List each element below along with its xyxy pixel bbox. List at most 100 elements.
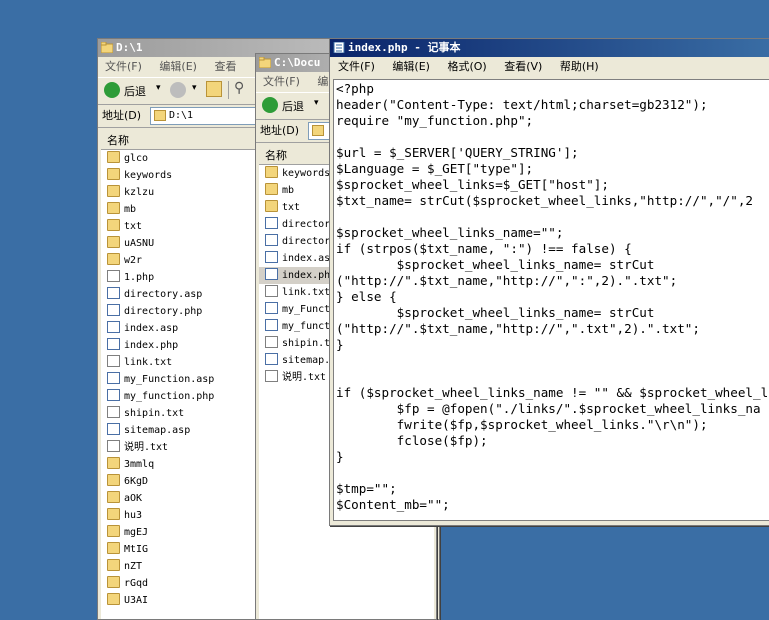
notepad-title-bar[interactable]: index.php - 记事本 [330, 39, 769, 57]
folder-icon [107, 253, 120, 265]
folder-icon [107, 491, 120, 503]
back-button[interactable]: 后退 [124, 83, 146, 99]
folder-icon [107, 236, 120, 248]
list-item-label: my_Funct [282, 304, 331, 315]
folder-icon [107, 219, 120, 231]
list-item-label: rGqd [124, 578, 149, 589]
list-item-label: directory.asp [124, 289, 203, 300]
window-title: D:\1 [116, 41, 143, 54]
window-title: C:\Docu [274, 56, 321, 69]
list-item-label: 6KgD [124, 476, 149, 487]
list-item-label: shipin.txt [124, 408, 185, 419]
address-folder-icon [154, 110, 166, 121]
list-item-label: txt [124, 221, 143, 232]
file-icon [265, 234, 278, 246]
window-title: index.php - 记事本 [348, 41, 461, 54]
list-item-label: my_function.php [124, 391, 215, 402]
file-icon [107, 372, 120, 384]
back-arrow-icon[interactable] [262, 97, 278, 113]
folder-icon [265, 183, 278, 195]
back-arrow-icon[interactable] [104, 82, 120, 98]
folder-icon [107, 542, 120, 554]
forward-dropdown-icon[interactable]: ▾ [192, 83, 197, 93]
menu-view[interactable]: 查看(V) [497, 60, 549, 73]
folder-icon [265, 166, 278, 178]
menu-view[interactable]: 查看 [207, 60, 243, 73]
folder-icon [107, 559, 120, 571]
file-icon [265, 302, 278, 314]
notepad-window: index.php - 记事本 文件(F) 编辑(E) 格式(O) 查看(V) … [329, 38, 769, 526]
folder-icon [107, 168, 120, 180]
file-icon [107, 338, 120, 350]
folder-icon [107, 525, 120, 537]
list-item-label: mb [124, 204, 137, 215]
menu-format[interactable]: 格式(O) [440, 60, 493, 73]
address-label: 地址(D) [102, 109, 142, 122]
file-icon [265, 353, 278, 365]
list-item-label: kzlzu [124, 187, 155, 198]
list-item-label: my_funct [282, 321, 331, 332]
folder-icon [107, 593, 120, 605]
list-item-label: MtIG [124, 544, 149, 555]
list-item-label: link.txt [282, 287, 331, 298]
list-item-label: glco [124, 153, 149, 164]
file-icon [107, 389, 120, 401]
file-icon [265, 251, 278, 263]
notepad-menu-bar: 文件(F) 编辑(E) 格式(O) 查看(V) 帮助(H) [330, 57, 769, 77]
file-icon [265, 370, 278, 382]
forward-arrow-icon[interactable] [170, 82, 186, 98]
list-item-label: U3AI [124, 595, 149, 606]
list-item-label: mgEJ [124, 527, 149, 538]
folder-icon [107, 508, 120, 520]
list-item-label: 3mmlq [124, 459, 155, 470]
code-content[interactable]: <?php header("Content-Type: text/html;ch… [334, 80, 769, 514]
notepad-icon [333, 42, 345, 53]
list-item-label: index.php [124, 340, 179, 351]
list-item-label: shipin.t [282, 338, 331, 349]
folder-icon [265, 200, 278, 212]
toolbar-separator [228, 81, 229, 99]
folder-icon [107, 202, 120, 214]
notepad-text-area[interactable]: <?php header("Content-Type: text/html;ch… [333, 79, 769, 521]
search-icon[interactable]: ⚲ [234, 80, 244, 96]
file-icon [107, 406, 120, 418]
list-item-label: 说明.txt [282, 372, 327, 383]
list-item-label: director [282, 219, 331, 230]
file-icon [107, 321, 120, 333]
file-icon [265, 285, 278, 297]
up-folder-icon[interactable] [206, 81, 222, 97]
back-dropdown-icon[interactable]: ▾ [314, 98, 319, 108]
file-icon [107, 304, 120, 316]
list-item-label: w2r [124, 255, 143, 266]
menu-file[interactable]: 文件(F) [256, 75, 307, 88]
file-icon [107, 270, 120, 282]
menu-help[interactable]: 帮助(H) [553, 60, 606, 73]
list-item-label: txt [282, 202, 301, 213]
menu-edit[interactable]: 编辑(E) [152, 60, 204, 73]
list-item-label: mb [282, 185, 295, 196]
folder-icon [107, 185, 120, 197]
back-dropdown-icon[interactable]: ▾ [156, 83, 161, 93]
menu-edit[interactable]: 编辑(E) [385, 60, 437, 73]
list-item-label: aOK [124, 493, 143, 504]
file-icon [265, 217, 278, 229]
address-label: 地址(D) [260, 124, 300, 137]
folder-icon [259, 57, 271, 68]
list-item-label: index.asp [124, 323, 179, 334]
file-icon [265, 336, 278, 348]
file-icon [107, 423, 120, 435]
file-icon [107, 287, 120, 299]
folder-icon [107, 576, 120, 588]
menu-file[interactable]: 文件(F) [98, 60, 149, 73]
list-item-label: nZT [124, 561, 143, 572]
list-item-label: keywords [282, 168, 331, 179]
list-item-label: 说明.txt [124, 442, 169, 453]
list-item-label: hu3 [124, 510, 143, 521]
back-button[interactable]: 后退 [282, 98, 304, 114]
address-value: D:\1 [169, 110, 194, 121]
menu-file[interactable]: 文件(F) [331, 60, 382, 73]
list-item-label: my_Function.asp [124, 374, 215, 385]
list-item-label: uASNU [124, 238, 155, 249]
file-icon [265, 268, 278, 280]
list-item-label: sitemap. [282, 355, 331, 366]
